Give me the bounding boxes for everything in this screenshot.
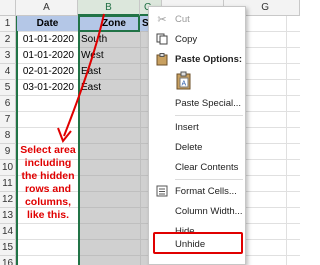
date-cell[interactable]: 01-01-2020 <box>17 48 77 63</box>
row-header-11[interactable]: 11 <box>0 176 16 192</box>
scissors-icon: ✂ <box>157 13 167 26</box>
zone-cell[interactable]: South <box>79 32 139 47</box>
zone-cell[interactable]: West <box>79 48 139 63</box>
row-header-6[interactable]: 6 <box>0 96 16 112</box>
row-header-8[interactable]: 8 <box>0 128 16 144</box>
row-header-5[interactable]: 5 <box>0 80 16 96</box>
format-cells-icon <box>155 184 169 198</box>
column-header-b[interactable]: B <box>78 0 140 16</box>
row-header-9[interactable]: 9 <box>0 144 16 160</box>
menu-item-copy[interactable]: Copy <box>149 29 245 49</box>
zone-cell[interactable]: East <box>79 80 139 95</box>
paste-icon: A <box>175 71 193 91</box>
zone-cell[interactable]: East <box>79 64 139 79</box>
row-header-12[interactable]: 12 <box>0 192 16 208</box>
date-cell[interactable]: 03-01-2020 <box>17 80 77 95</box>
menu-item-paste-special[interactable]: Paste Special... <box>149 93 245 113</box>
zone-header-cell[interactable]: Zone <box>80 17 138 30</box>
row-header-4[interactable]: 4 <box>0 64 16 80</box>
row-header-15[interactable]: 15 <box>0 240 16 256</box>
clipboard-icon <box>155 52 169 66</box>
date-cell[interactable]: 02-01-2020 <box>17 64 77 79</box>
menu-item-clear-contents[interactable]: Clear Contents <box>149 157 245 177</box>
menu-item-format-cells[interactable]: Format Cells... <box>149 181 245 201</box>
date-header-cell[interactable]: Date <box>17 16 78 31</box>
row-header-7[interactable]: 7 <box>0 112 16 128</box>
c-header-cell[interactable]: S <box>140 16 149 31</box>
column-header-a[interactable]: A <box>16 0 78 16</box>
date-cell[interactable]: 01-01-2020 <box>17 32 77 47</box>
context-menu: ✂ Cut Copy Paste Options: A Paste Specia… <box>148 6 246 265</box>
unhide-highlight-box <box>153 232 243 254</box>
annotation-text: Select area including the hidden rows an… <box>20 144 76 221</box>
row-header-13[interactable]: 13 <box>0 208 16 224</box>
row-header-14[interactable]: 14 <box>0 224 16 240</box>
menu-item-delete[interactable]: Delete <box>149 137 245 157</box>
row-header-10[interactable]: 10 <box>0 160 16 176</box>
row-header-2[interactable]: 2 <box>0 32 16 48</box>
copy-icon <box>155 32 169 46</box>
menu-item-insert[interactable]: Insert <box>149 117 245 137</box>
spreadsheet: A B C G 1 2 3 4 5 6 7 8 9 10 11 12 13 14… <box>0 0 300 265</box>
menu-item-cut[interactable]: ✂ Cut <box>149 9 245 29</box>
paste-button[interactable]: A <box>149 69 245 93</box>
menu-item-column-width[interactable]: Column Width... <box>149 201 245 221</box>
row-header-3[interactable]: 3 <box>0 48 16 64</box>
menu-item-paste-options: Paste Options: <box>149 49 245 69</box>
svg-text:A: A <box>182 81 187 88</box>
select-all-corner[interactable] <box>0 0 16 16</box>
row-header-16[interactable]: 16 <box>0 256 16 265</box>
row-header-1[interactable]: 1 <box>0 16 16 32</box>
